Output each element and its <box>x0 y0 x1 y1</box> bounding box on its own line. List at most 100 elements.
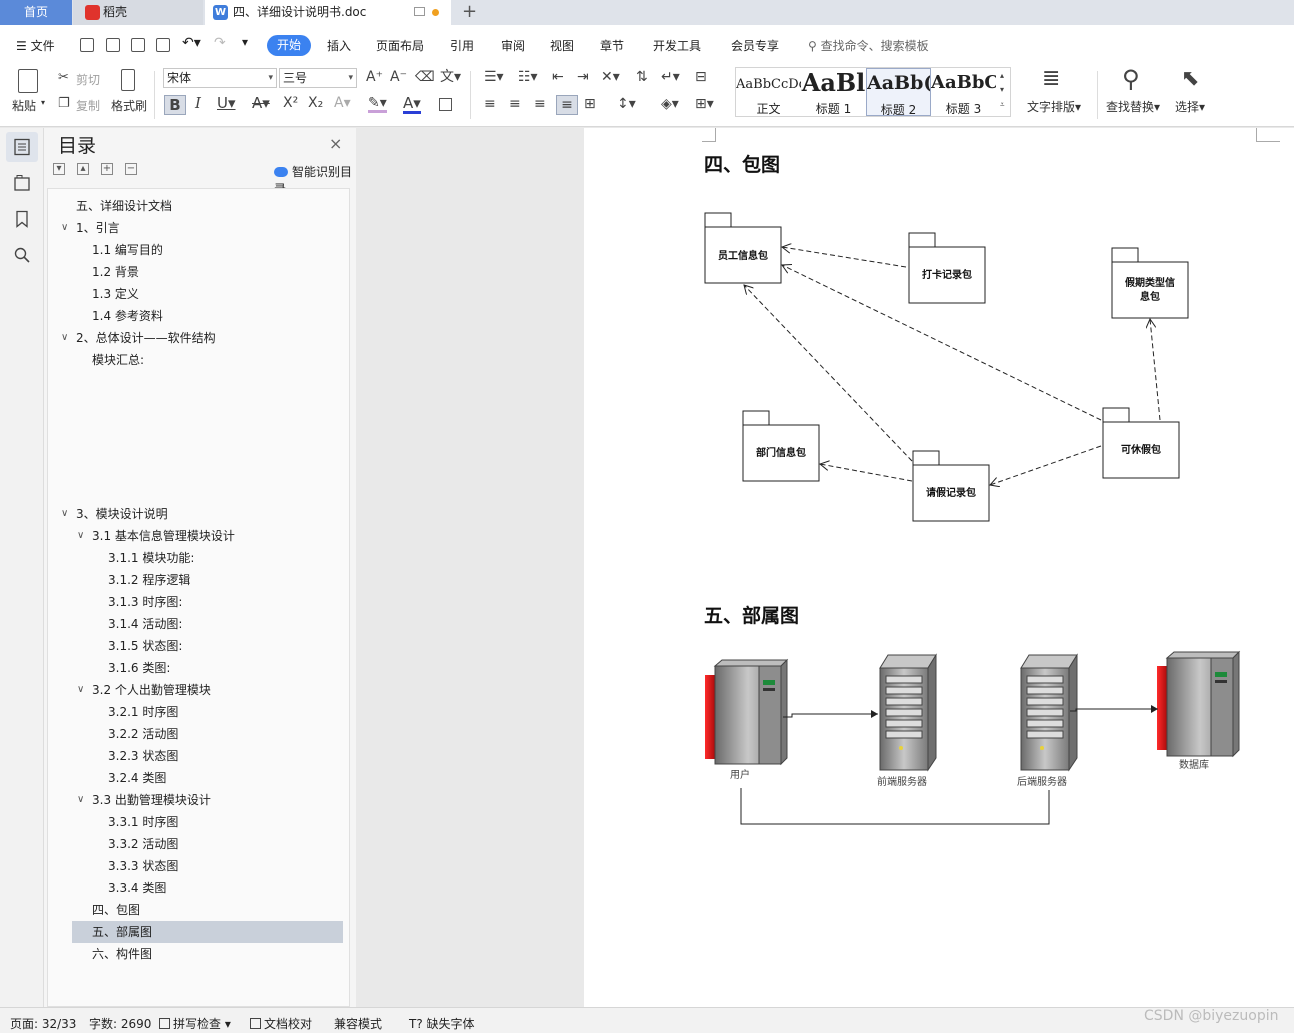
save-icon[interactable] <box>80 38 94 52</box>
styles-scroll-up-icon[interactable]: ▴ <box>1000 72 1004 80</box>
toc-item[interactable]: 3.3.3 状态图 <box>108 855 178 877</box>
toc-item[interactable]: 3.1.1 模块功能: <box>108 547 194 569</box>
menu-insert[interactable]: 插入 <box>327 37 351 54</box>
borders-icon[interactable]: ⊞▾ <box>695 97 714 111</box>
text-layout-button[interactable]: 文字排版▾ <box>1027 98 1081 115</box>
toc-item[interactable]: 五、详细设计文档 <box>76 195 172 217</box>
tab-document[interactable]: 四、详细设计说明书.doc <box>205 0 451 25</box>
menu-member[interactable]: 会员专享 <box>731 37 779 54</box>
redo-icon[interactable]: ↷ <box>214 35 226 51</box>
toc-expand-chevron-icon[interactable]: ∨ <box>61 222 68 233</box>
status-page[interactable]: 页面: 32/33 <box>10 1015 76 1032</box>
toc-item[interactable]: 模块汇总: <box>92 349 144 371</box>
doc-proofread-button[interactable]: 文档校对 <box>250 1015 312 1032</box>
line-spacing-icon[interactable]: ↕▾ <box>617 97 636 111</box>
toc-item[interactable]: 3.3.2 活动图 <box>108 833 178 855</box>
toc-item[interactable]: 2、总体设计——软件结构 <box>76 327 216 349</box>
menu-references[interactable]: 引用 <box>450 37 474 54</box>
clear-format-icon[interactable]: ⌫ <box>415 70 435 84</box>
find-replace-icon[interactable]: ⚲ <box>1122 67 1140 91</box>
toc-item[interactable]: 3.3.1 时序图 <box>108 811 178 833</box>
toc-item[interactable]: 3.2.2 活动图 <box>108 723 178 745</box>
status-word-count[interactable]: 字数: 2690 <box>89 1015 151 1032</box>
search-icon[interactable] <box>13 246 31 264</box>
highlight-icon[interactable]: ✎▾ <box>368 96 387 113</box>
style-heading-3[interactable]: AaBbC 标题 3 <box>931 68 996 116</box>
menu-file[interactable]: ☰ 文件 <box>16 37 55 54</box>
toc-item[interactable]: 3.1.2 程序逻辑 <box>108 569 190 591</box>
format-painter-icon[interactable] <box>121 69 135 91</box>
bullet-list-icon[interactable]: ☰▾ <box>484 70 504 84</box>
toc-close-button[interactable]: × <box>329 134 342 153</box>
expand-all-icon[interactable]: ▴ <box>77 163 89 175</box>
menu-chapter[interactable]: 章节 <box>600 37 624 54</box>
cut-icon[interactable]: ✂ <box>58 71 69 84</box>
toc-item[interactable]: 四、包图 <box>92 899 140 921</box>
toc-item[interactable]: 3.1.3 时序图: <box>108 591 182 613</box>
toc-expand-chevron-icon[interactable]: ∨ <box>77 684 84 695</box>
menu-developer[interactable]: 开发工具 <box>653 37 701 54</box>
toc-item[interactable]: 3.1.4 活动图: <box>108 613 182 635</box>
justify-icon[interactable]: ≡ <box>556 95 578 115</box>
toc-expand-chevron-icon[interactable]: ∨ <box>77 794 84 805</box>
select-cursor-icon[interactable]: ⬉ <box>1181 68 1199 90</box>
toc-item[interactable]: 3.2.1 时序图 <box>108 701 178 723</box>
monitor-icon[interactable] <box>414 7 425 16</box>
quick-access-more-icon[interactable]: ▾ <box>242 35 248 49</box>
remove-heading-icon[interactable]: − <box>125 163 137 175</box>
toc-expand-chevron-icon[interactable]: ∨ <box>77 530 84 541</box>
toc-item[interactable]: 1.4 参考资料 <box>92 305 163 327</box>
numbered-list-icon[interactable]: ☷▾ <box>518 70 538 84</box>
toc-item[interactable]: 3.1.5 状态图: <box>108 635 182 657</box>
toc-item[interactable]: 3.3 出勤管理模块设计 <box>92 789 211 811</box>
font-name-select[interactable]: 宋体 <box>163 68 277 88</box>
menu-view[interactable]: 视图 <box>550 37 574 54</box>
subscript-icon[interactable]: X₂ <box>308 96 323 110</box>
toc-item[interactable]: 六、构件图 <box>92 943 152 965</box>
show-marks-icon[interactable]: ↵▾ <box>661 70 680 84</box>
tab-home[interactable]: 首页 <box>0 0 72 25</box>
tab-daoke[interactable]: 稻壳 <box>73 0 203 25</box>
shading-icon[interactable]: ◈▾ <box>661 97 679 111</box>
compat-mode-label[interactable]: 兼容模式 <box>334 1015 382 1032</box>
align-right-icon[interactable]: ≡ <box>534 97 546 111</box>
grow-font-icon[interactable]: A⁺ <box>366 70 383 84</box>
toc-item[interactable]: 1.3 定义 <box>92 283 139 305</box>
toc-item[interactable]: 3.2.4 类图 <box>108 767 166 789</box>
underline-icon[interactable]: U▾ <box>217 96 236 111</box>
command-search[interactable]: ⚲ 查找命令、搜索模板 <box>808 37 929 54</box>
paste-button[interactable]: 粘贴 <box>12 97 36 114</box>
sort-icon[interactable]: ⇅ <box>636 70 648 84</box>
paste-icon[interactable] <box>18 69 38 93</box>
toc-expand-chevron-icon[interactable]: ∨ <box>61 508 68 519</box>
font-size-select[interactable]: 三号 <box>279 68 357 88</box>
format-painter-button[interactable]: 格式刷 <box>111 97 147 114</box>
bold-icon[interactable]: B <box>164 95 186 115</box>
document-page[interactable]: 四、包图 员工信息包 打卡记录包 假期类型信 息包 部门信息包 可休假包 请假记… <box>584 128 1294 1007</box>
toc-item[interactable]: 五、部属图 <box>92 921 152 943</box>
styles-expand-icon[interactable]: ⩡ <box>1000 101 1005 109</box>
bookmark-icon[interactable] <box>13 210 31 228</box>
toc-item[interactable]: 1.2 背景 <box>92 261 139 283</box>
print-icon[interactable] <box>131 38 145 52</box>
toc-item[interactable]: 3.1.6 类图: <box>108 657 170 679</box>
collapse-all-icon[interactable]: ▾ <box>53 163 65 175</box>
copy-icon[interactable]: ❐ <box>58 97 70 110</box>
decrease-indent-icon[interactable]: ⇤ <box>552 70 564 84</box>
text-effect-icon[interactable]: A▾ <box>334 96 351 110</box>
style-normal[interactable]: AaBbCcDd 正文 <box>736 68 801 116</box>
export-icon[interactable] <box>106 38 120 52</box>
phonetic-icon[interactable]: 文▾ <box>440 70 461 84</box>
font-color-icon[interactable]: A▾ <box>403 96 421 114</box>
chinese-layout-icon[interactable]: ✕▾ <box>601 70 620 84</box>
increase-indent-icon[interactable]: ⇥ <box>577 70 589 84</box>
styles-scroll-down-icon[interactable]: ▾ <box>1000 86 1004 94</box>
style-heading-1[interactable]: AaBl 标题 1 <box>801 68 866 116</box>
superscript-icon[interactable]: X² <box>283 96 298 110</box>
cut-button[interactable]: 剪切 <box>76 71 100 88</box>
undo-icon[interactable]: ↶▾ <box>182 35 201 51</box>
find-replace-button[interactable]: 查找替换▾ <box>1106 98 1160 115</box>
menu-page-layout[interactable]: 页面布局 <box>376 37 424 54</box>
menu-home-tab[interactable]: 开始 <box>267 35 311 56</box>
align-left-icon[interactable]: ≡ <box>484 97 496 111</box>
